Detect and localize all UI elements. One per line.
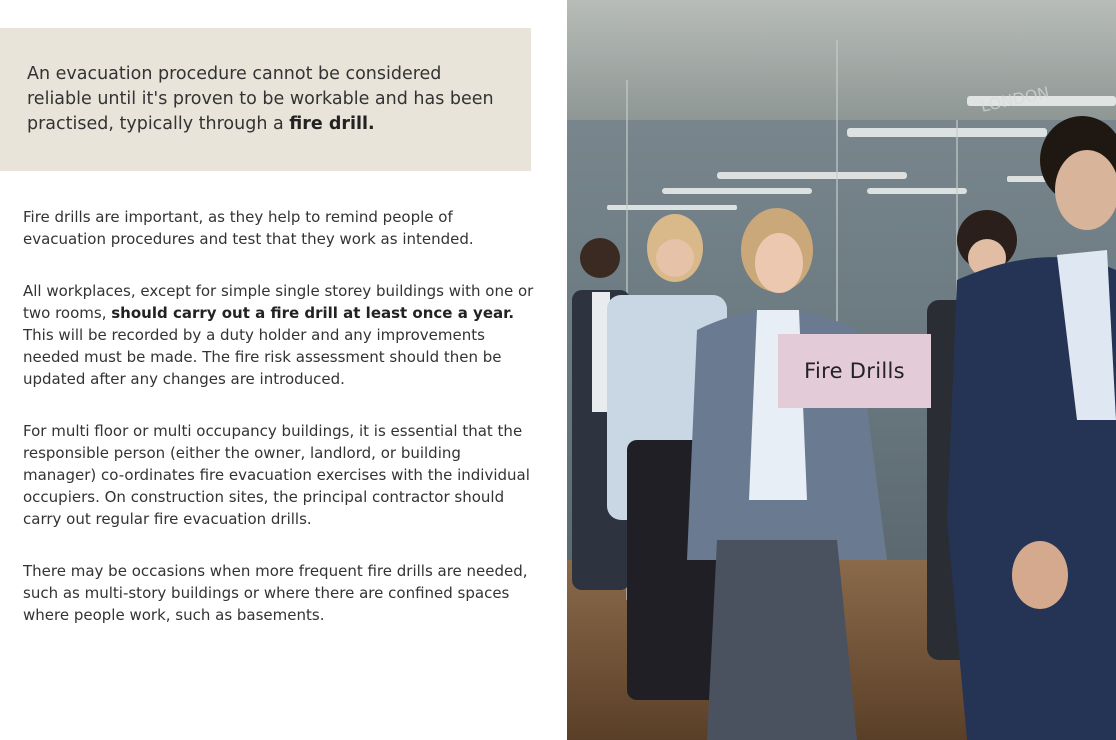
paragraph-occasions: There may be occasions when more frequen… <box>23 562 528 624</box>
intro-callout: An evacuation procedure cannot be consid… <box>0 28 531 171</box>
paragraph-frequency-bold: should carry out a fire drill at least o… <box>111 304 515 322</box>
fire-drills-label: Fire Drills <box>778 334 931 408</box>
paragraph-importance: Fire drills are important, as they help … <box>23 208 474 248</box>
paragraph-frequency: All workplaces, except for simple single… <box>23 282 534 388</box>
paragraph-multi-occupancy: For multi floor or multi occupancy build… <box>23 422 530 528</box>
intro-callout-text: An evacuation procedure cannot be consid… <box>27 64 494 134</box>
body-text: Fire drills are important, as they help … <box>23 206 535 656</box>
intro-callout-bold: fire drill. <box>289 114 375 134</box>
